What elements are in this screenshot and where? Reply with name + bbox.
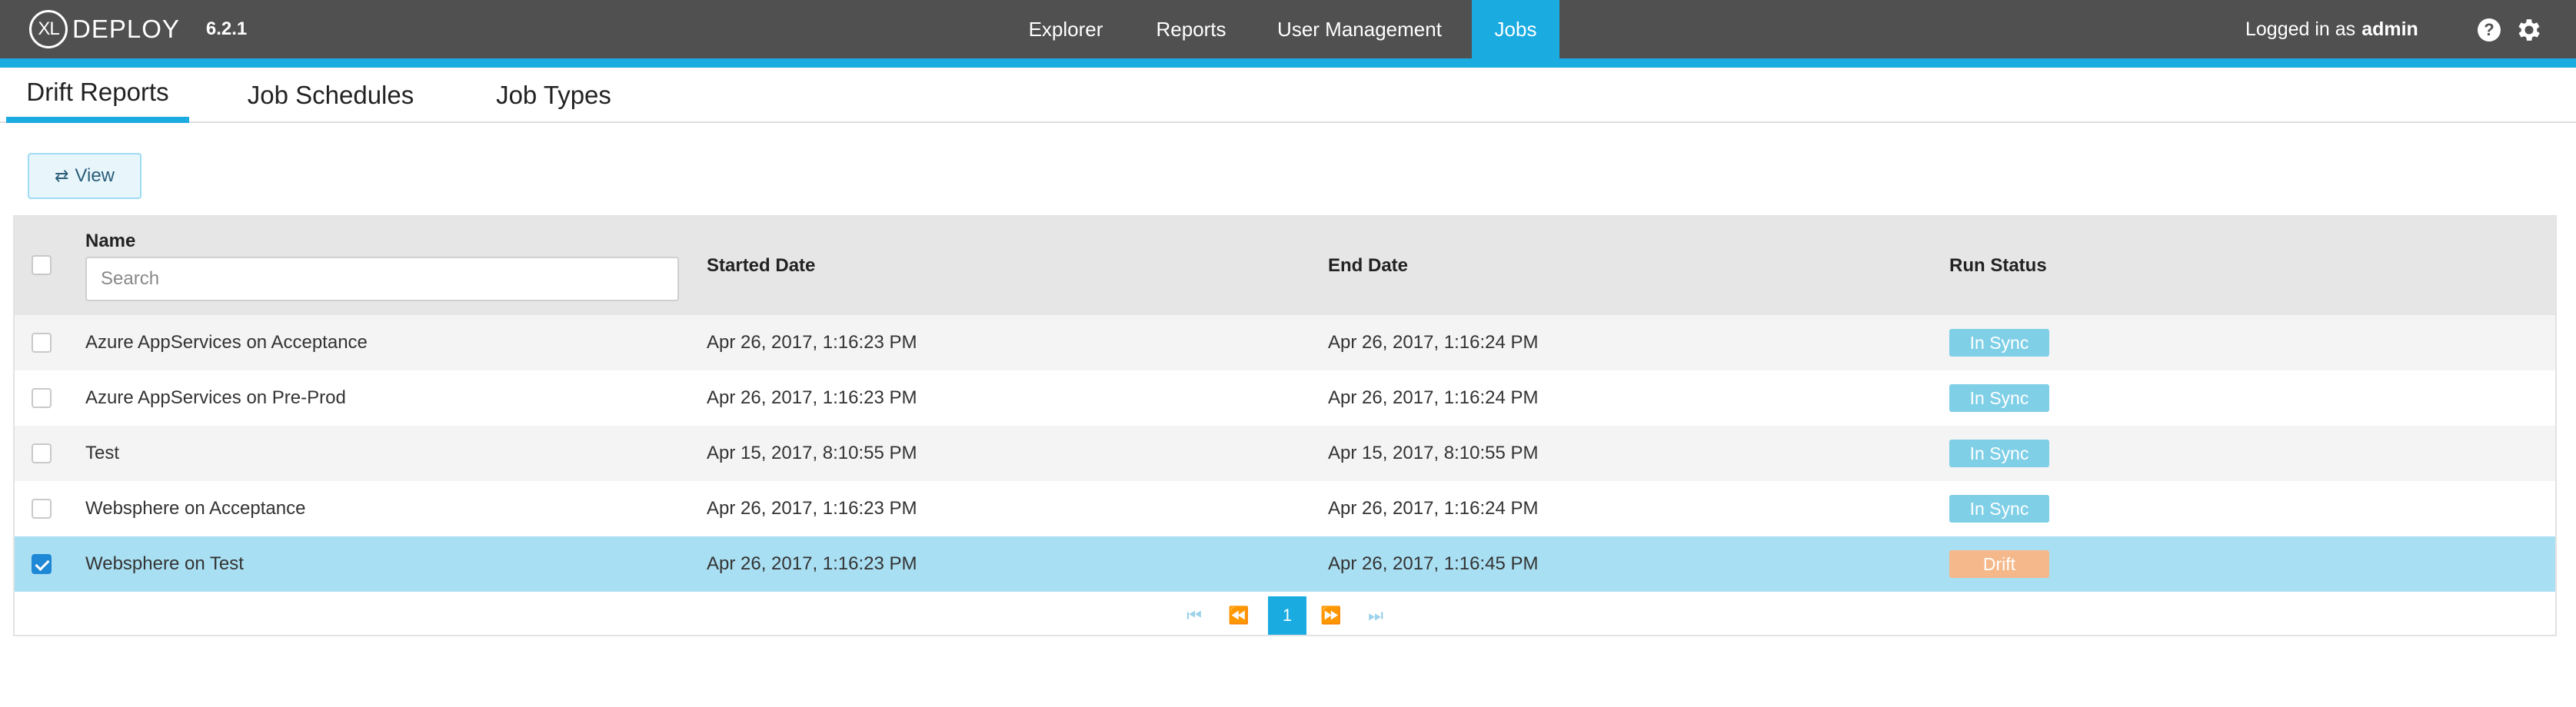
previous-page-icon[interactable]: ⏪ (1222, 596, 1256, 635)
logo-mark: XL (29, 10, 68, 48)
last-page-icon[interactable]: ⏭ (1359, 596, 1393, 635)
view-button[interactable]: ⇄ View (28, 153, 141, 199)
row-started-date: Apr 26, 2017, 1:16:23 PM (707, 553, 917, 574)
nav-user-management[interactable]: User Management (1270, 0, 1449, 58)
nav-jobs-label: Jobs (1494, 17, 1537, 41)
column-header-started-date[interactable]: Started Date (707, 255, 815, 277)
row-checkbox[interactable] (32, 333, 52, 353)
tab-job-types[interactable]: Job Types (477, 68, 631, 123)
row-checkbox[interactable] (32, 388, 52, 408)
table-row[interactable]: Test Apr 15, 2017, 8:10:55 PM Apr 15, 20… (15, 426, 2555, 481)
top-navbar: XL DEPLOY 6.2.1 Explorer Reports User Ma… (0, 0, 2576, 58)
tab-job-types-label: Job Types (496, 81, 611, 109)
table-row[interactable]: Websphere on Acceptance Apr 26, 2017, 1:… (15, 481, 2555, 536)
status-badge: In Sync (1949, 329, 2049, 357)
row-started-date: Apr 26, 2017, 1:16:23 PM (707, 387, 917, 408)
tab-drift-reports-label: Drift Reports (26, 78, 169, 106)
status-badge-drift: Drift (1949, 550, 2049, 578)
help-icon[interactable]: ? (2478, 18, 2501, 41)
topbar-accent-strip (0, 58, 2576, 68)
column-header-end-date[interactable]: End Date (1328, 255, 1408, 277)
page-button-current[interactable]: 1 (1268, 596, 1306, 635)
row-checkbox[interactable] (32, 443, 52, 463)
drift-reports-table: Name Started Date End Date Run Status Az… (13, 215, 2557, 636)
logged-in-prefix: Logged in as (2245, 18, 2356, 40)
nav-explorer-label: Explorer (1028, 17, 1103, 41)
username: admin (2361, 18, 2418, 40)
jobs-subtabs: Drift Reports Job Schedules Job Types (0, 68, 2576, 123)
row-started-date: Apr 26, 2017, 1:16:23 PM (707, 498, 917, 519)
row-end-date: Apr 26, 2017, 1:16:24 PM (1328, 387, 1539, 408)
tab-job-schedules[interactable]: Job Schedules (231, 68, 431, 123)
nav-reports-label: Reports (1156, 17, 1226, 41)
nav-user-management-label: User Management (1277, 17, 1442, 41)
row-name: Test (85, 443, 120, 463)
table-row-selected[interactable]: Websphere on Test Apr 26, 2017, 1:16:23 … (15, 536, 2555, 592)
xl-deploy-logo[interactable]: XL DEPLOY 6.2.1 (29, 8, 247, 51)
nav-explorer[interactable]: Explorer (1013, 0, 1118, 58)
status-badge: In Sync (1949, 495, 2049, 523)
row-started-date: Apr 26, 2017, 1:16:23 PM (707, 332, 917, 353)
row-name: Azure AppServices on Pre-Prod (85, 387, 346, 408)
status-badge: In Sync (1949, 384, 2049, 412)
first-page-icon[interactable]: ⏮ (1177, 596, 1211, 635)
tab-job-schedules-label: Job Schedules (247, 81, 414, 109)
status-badge: In Sync (1949, 440, 2049, 467)
product-name: DEPLOY (72, 15, 180, 43)
table-row[interactable]: Azure AppServices on Pre-Prod Apr 26, 20… (15, 370, 2555, 426)
nav-jobs[interactable]: Jobs (1472, 0, 1559, 58)
row-checkbox[interactable] (32, 499, 52, 519)
row-end-date: Apr 26, 2017, 1:16:24 PM (1328, 498, 1539, 519)
row-checkbox-checked[interactable] (32, 554, 52, 574)
column-header-name[interactable]: Name (85, 231, 135, 252)
row-name: Websphere on Test (85, 553, 244, 574)
row-started-date: Apr 15, 2017, 8:10:55 PM (707, 443, 917, 463)
row-end-date: Apr 15, 2017, 8:10:55 PM (1328, 443, 1539, 463)
product-version: 6.2.1 (205, 18, 248, 39)
select-all-checkbox[interactable] (32, 255, 52, 275)
row-end-date: Apr 26, 2017, 1:16:24 PM (1328, 332, 1539, 353)
table-header: Name Started Date End Date Run Status (15, 217, 2555, 315)
row-name: Azure AppServices on Acceptance (85, 332, 368, 353)
gear-icon[interactable] (2514, 15, 2544, 45)
view-button-label: View (75, 165, 115, 186)
swap-arrows-icon: ⇄ (54, 166, 69, 185)
tab-drift-reports[interactable]: Drift Reports (6, 68, 189, 123)
nav-reports[interactable]: Reports (1141, 0, 1241, 58)
logged-in-user[interactable]: Logged in as admin (2245, 0, 2418, 58)
row-name: Websphere on Acceptance (85, 498, 306, 519)
next-page-icon[interactable]: ⏩ (1314, 596, 1348, 635)
row-end-date: Apr 26, 2017, 1:16:45 PM (1328, 553, 1539, 574)
column-header-run-status[interactable]: Run Status (1949, 255, 2047, 277)
table-row[interactable]: Azure AppServices on Acceptance Apr 26, … (15, 315, 2555, 370)
name-search-input[interactable] (85, 257, 679, 301)
